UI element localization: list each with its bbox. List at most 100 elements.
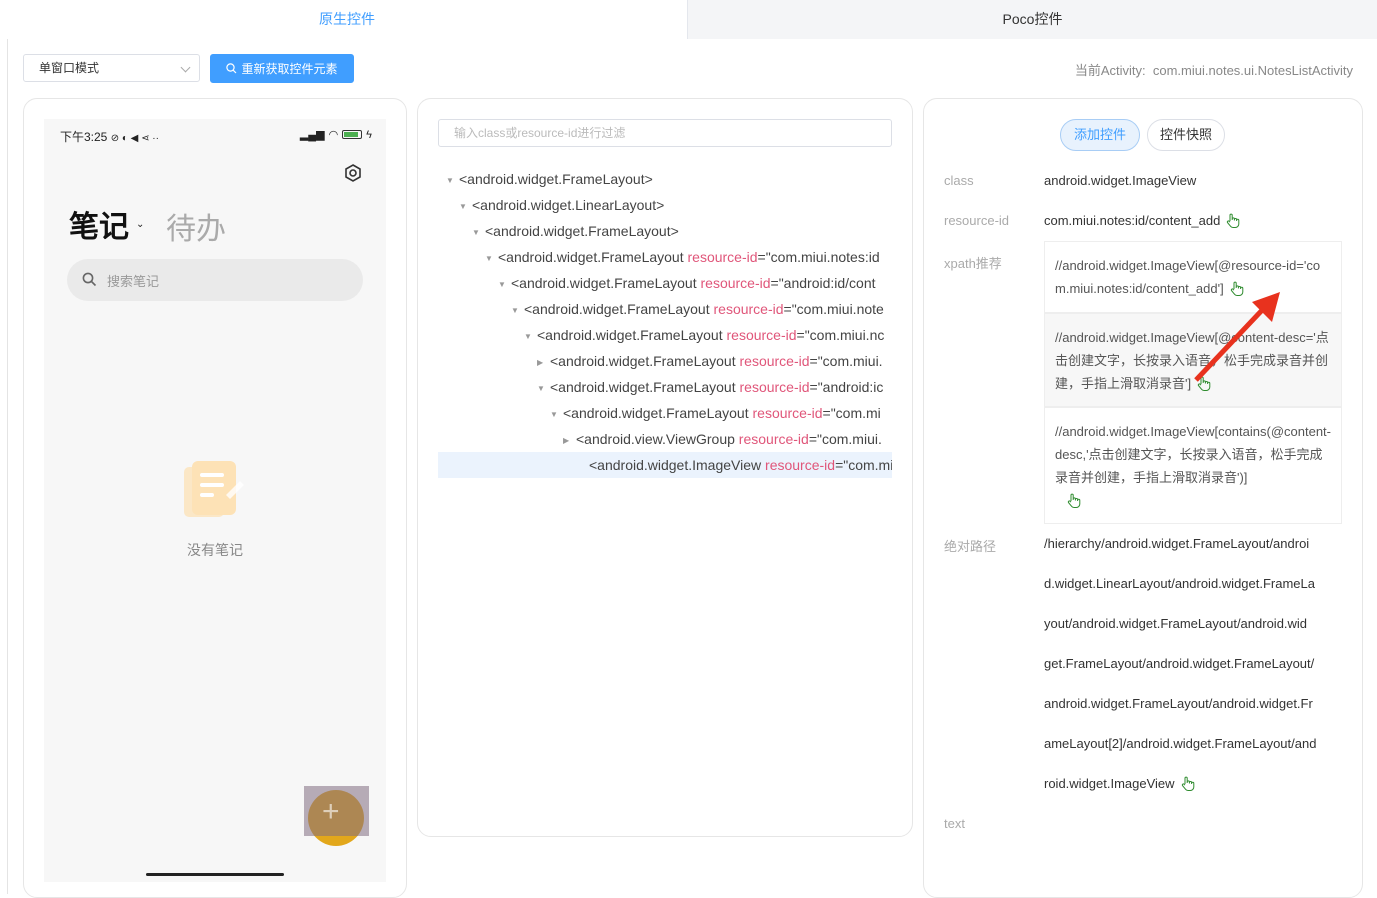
search-icon: [82, 272, 97, 287]
caret-right-icon[interactable]: ▶: [537, 350, 550, 376]
caret-down-icon[interactable]: ▼: [550, 402, 563, 428]
tree-node-tag: <android.widget.FrameLayout: [550, 379, 740, 395]
tree-node-tag: <android.widget.FrameLayout: [498, 249, 688, 265]
absolute-path-line: get.FrameLayout/android.widget.FrameLayo…: [1044, 656, 1315, 671]
status-bar-left: 下午3:25 ⊘ ◐ ◀ ⋖ ··: [60, 128, 159, 145]
resource-id-value: com.miui.notes:id/content_add: [1044, 213, 1221, 228]
tree-node-tag: <android.widget.FrameLayout: [537, 327, 727, 343]
tree-node-tag: <android.widget.FrameLayout: [550, 353, 740, 369]
notes-tab[interactable]: 笔记: [69, 202, 129, 246]
empty-notes-text: 没有笔记: [187, 542, 243, 558]
caret-down-icon[interactable]: ▼: [537, 376, 550, 402]
activity-label: 当前Activity:: [1074, 63, 1146, 78]
tree-node[interactable]: ▼ <android.widget.FrameLayout resource-id…: [498, 270, 876, 296]
search-placeholder: 搜索笔记: [107, 274, 160, 289]
absolute-path-line: yout/android.widget.FrameLayout/android.…: [1044, 616, 1308, 631]
tree-node[interactable]: ▶ <android.widget.FrameLayout resource-id…: [537, 348, 883, 374]
tree-node[interactable]: ▼ <android.widget.FrameLayout resource-id…: [537, 374, 883, 400]
absolute-path-line: /hierarchy/android.widget.FrameLayout/an…: [1044, 536, 1310, 551]
wifi-icon: ◠: [328, 129, 339, 141]
tree-node-attr-value: ="com.miui.note: [783, 301, 884, 317]
caret-down-icon[interactable]: ▼: [446, 168, 459, 194]
tree-node[interactable]: <android.widget.ImageView resource-id="c…: [438, 452, 892, 478]
tree-node[interactable]: ▼ <android.widget.FrameLayout resource-id…: [485, 244, 880, 270]
tree-node-attr-value: ="com.miui.: [809, 353, 883, 369]
resource-id-row: com.miui.notes:id/content_add: [1044, 213, 1240, 228]
hand-pointer-icon[interactable]: [1226, 213, 1240, 228]
tree-node[interactable]: ▼ <android.widget.LinearLayout>: [459, 192, 664, 218]
tree-node-attr-value: ="com.miui.: [808, 431, 882, 447]
absolute-path-line: d.widget.LinearLayout/android.widget.Fra…: [1044, 576, 1316, 591]
tree-node-attr: resource-id: [726, 327, 797, 343]
caret-down-icon[interactable]: ▼: [472, 220, 485, 246]
search-icon: [226, 63, 237, 74]
tree-node[interactable]: ▼ <android.widget.FrameLayout>: [472, 218, 679, 244]
hierarchy-tree: ▼ <android.widget.FrameLayout> ▼ <android.w…: [438, 166, 892, 486]
todo-tab[interactable]: 待办: [166, 204, 226, 248]
tree-node-attr-value: ="android:ic: [809, 379, 884, 395]
tree-node-attr-value: ="com.mi: [822, 405, 881, 421]
absolute-path-line: ameLayout[2]/android.widget.FrameLayout/…: [1044, 736, 1317, 751]
tree-node[interactable]: ▼ <android.widget.FrameLayout>: [446, 166, 653, 192]
tree-filter-input[interactable]: 输入class或resource-id进行过滤: [438, 119, 892, 147]
tree-node-tag: <android.widget.FrameLayout: [563, 405, 753, 421]
notes-search-bar[interactable]: 搜索笔记: [67, 259, 363, 301]
tree-node-tag: <android.widget.ImageView: [589, 457, 766, 473]
tree-node-attr-value: ="com.miui.nc: [796, 327, 885, 343]
tree-node-attr: resource-id: [700, 275, 771, 291]
tree-node-attr: resource-id: [687, 249, 758, 265]
add-control-button[interactable]: 添加控件: [1060, 119, 1140, 151]
hand-pointer-icon[interactable]: [1181, 776, 1195, 791]
settings-icon[interactable]: [343, 163, 363, 183]
caret-down-icon[interactable]: ▼: [511, 298, 524, 324]
tree-node-attr: resource-id: [765, 457, 836, 473]
hand-pointer-icon[interactable]: [1067, 493, 1081, 508]
tree-node-attr: resource-id: [752, 405, 823, 421]
absolute-path-line: android.widget.FrameLayout/android.widge…: [1044, 696, 1313, 711]
xpath-option-3[interactable]: //android.widget.ImageView[contains(@con…: [1044, 407, 1342, 524]
tree-node-tag: <android.view.ViewGroup: [576, 431, 739, 447]
tree-node-attr-value: ="com.miui.notes:id: [757, 249, 880, 265]
charging-icon: ϟ: [366, 128, 372, 141]
tree-node-tag: <android.widget.FrameLayout>: [459, 171, 653, 187]
xpath-text-3: //android.widget.ImageView[contains(@con…: [1055, 424, 1331, 485]
tab-native-controls[interactable]: 原生控件: [7, 0, 687, 39]
tree-node[interactable]: ▼ <android.widget.FrameLayout resource-id…: [550, 400, 881, 426]
caret-right-icon[interactable]: ▶: [563, 428, 576, 454]
tree-node[interactable]: ▶ <android.view.ViewGroup resource-id="co…: [563, 426, 882, 452]
empty-notes-icon: [184, 461, 244, 517]
tree-node-attr-value: ="android:id/cont: [770, 275, 876, 291]
annotation-arrow-icon: [1194, 292, 1280, 382]
tree-node[interactable]: ▼ <android.widget.FrameLayout resource-id…: [524, 322, 884, 348]
battery-icon: [342, 130, 363, 139]
tree-node-attr: resource-id: [739, 353, 810, 369]
activity-value: com.miui.notes.ui.NotesListActivity: [1152, 63, 1353, 78]
absolute-path-label: 绝对路径: [944, 539, 997, 554]
refresh-elements-button[interactable]: 重新获取控件元素: [210, 54, 354, 83]
refresh-button-label: 重新获取控件元素: [241, 62, 338, 76]
signal-icon: ▂▄▆: [299, 129, 325, 141]
window-mode-select[interactable]: 单窗口模式: [23, 54, 200, 82]
caret-down-icon[interactable]: ▼: [498, 272, 511, 298]
window-mode-value: 单窗口模式: [39, 61, 100, 75]
status-icons: ⊘ ◐ ◀ ⋖ ··: [110, 133, 159, 144]
resource-id-label: resource-id: [944, 213, 1010, 228]
device-screenshot[interactable]: 下午3:25 ⊘ ◐ ◀ ⋖ ·· ▂▄▆ ◠ ϟ 笔记 ⌄ 待办 搜索笔记 没…: [44, 119, 386, 882]
status-time: 下午3:25: [60, 130, 108, 144]
tab-poco-controls[interactable]: Poco控件: [687, 0, 1377, 39]
class-label: class: [944, 173, 974, 188]
tree-node-attr: resource-id: [739, 379, 810, 395]
caret-down-icon[interactable]: ▼: [459, 194, 472, 220]
tree-node-attr: resource-id: [738, 431, 809, 447]
current-activity: 当前Activity: com.miui.notes.ui.NotesListA…: [1075, 60, 1353, 79]
tree-node[interactable]: ▼ <android.widget.FrameLayout resource-id…: [511, 296, 884, 322]
caret-down-icon[interactable]: ▼: [485, 246, 498, 272]
control-snapshot-button[interactable]: 控件快照: [1147, 119, 1225, 151]
tree-node-tag: <android.widget.FrameLayout: [511, 275, 701, 291]
class-value: android.widget.ImageView: [1044, 173, 1197, 188]
caret-down-icon[interactable]: ▼: [524, 324, 537, 350]
tree-node-attr-value: ="com.mi: [835, 457, 892, 473]
tree-node-tag: <android.widget.FrameLayout: [524, 301, 714, 317]
tree-node-tag: <android.widget.LinearLayout>: [472, 197, 665, 213]
status-bar-right: ▂▄▆ ◠ ϟ: [299, 128, 372, 142]
